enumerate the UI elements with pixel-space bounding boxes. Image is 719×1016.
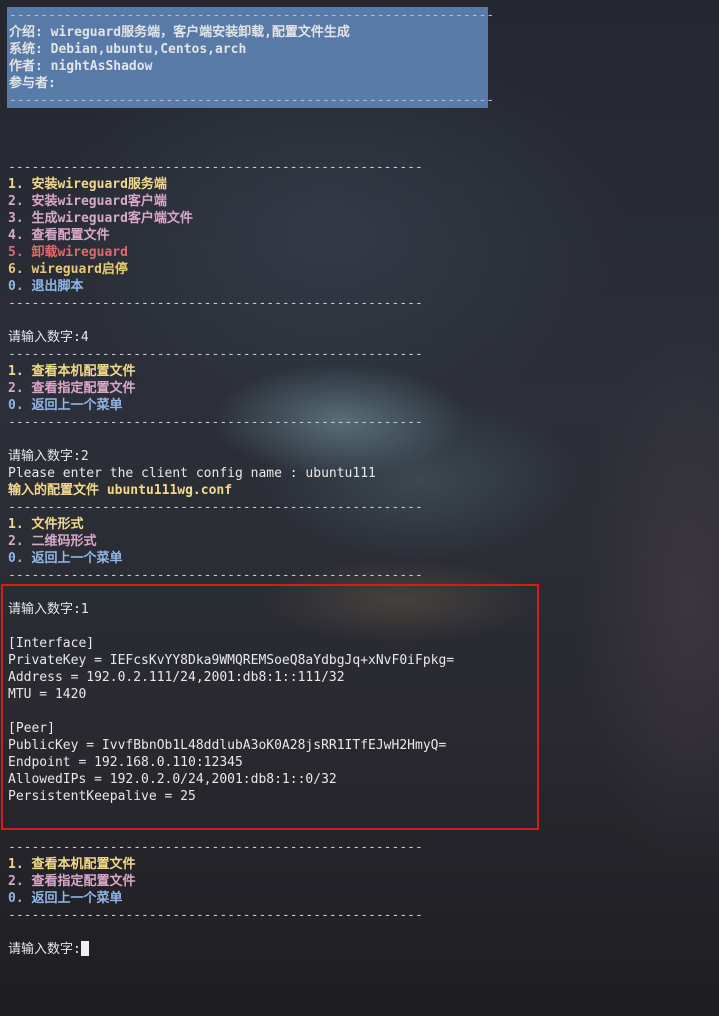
menu-item-generate-client-file: 3. 生成wireguard客户端文件 bbox=[8, 211, 193, 226]
header-author: 作者: nightAsShadow bbox=[9, 59, 153, 74]
menu-rule: ----------------------------------------… bbox=[8, 296, 423, 311]
menu-item-view-local-config: 1. 查看本机配置文件 bbox=[8, 364, 136, 379]
menu-item-install-client: 2. 安装wireguard客户端 bbox=[8, 194, 167, 209]
config-interface-header: [Interface] bbox=[8, 636, 95, 651]
menu-rule: ----------------------------------------… bbox=[8, 160, 423, 175]
config-address: Address = 192.0.2.111/24,2001:db8:1::111… bbox=[8, 670, 345, 685]
config-mtu: MTU = 1420 bbox=[8, 687, 87, 702]
menu-rule: ----------------------------------------… bbox=[8, 840, 423, 855]
header-rule-bottom: ----------------------------------------… bbox=[9, 93, 495, 108]
text-cursor bbox=[80, 941, 89, 956]
menu-item-view-specified-config: 2. 查看指定配置文件 bbox=[8, 874, 136, 889]
menu-rule: ----------------------------------------… bbox=[8, 347, 423, 362]
menu-rule: ----------------------------------------… bbox=[8, 568, 423, 583]
menu-item-start-stop: 6. wireguard启停 bbox=[8, 262, 128, 277]
config-allowed-ips: AllowedIPs = 192.0.2.0/24,2001:db8:1::0/… bbox=[8, 772, 337, 787]
menu-item-back: 0. 返回上一个菜单 bbox=[8, 891, 123, 906]
menu-item-back: 0. 返回上一个菜单 bbox=[8, 551, 123, 566]
menu-rule: ----------------------------------------… bbox=[8, 415, 423, 430]
menu-item-view-config: 4. 查看配置文件 bbox=[8, 228, 110, 243]
menu-item-file-format: 1. 文件形式 bbox=[8, 517, 84, 532]
menu-rule: ----------------------------------------… bbox=[8, 500, 423, 515]
menu-item-exit: 0. 退出脚本 bbox=[8, 279, 84, 294]
script-info-banner: ----------------------------------------… bbox=[7, 7, 494, 108]
menu-item-qrcode-format: 2. 二维码形式 bbox=[8, 534, 97, 549]
config-private-key: PrivateKey = IEFcsKvYY8Dka9WMQREMSoeQ8aY… bbox=[8, 653, 455, 668]
config-endpoint: Endpoint = 192.168.0.110:12345 bbox=[8, 755, 243, 770]
menu-item-install-server: 1. 安装wireguard服务端 bbox=[8, 177, 167, 192]
menu-item-back: 0. 返回上一个菜单 bbox=[8, 398, 123, 413]
header-rule-top: ----------------------------------------… bbox=[9, 8, 495, 23]
menu-rule: ----------------------------------------… bbox=[8, 908, 423, 923]
input-file-line: 输入的配置文件 ubuntu111wg.conf bbox=[8, 483, 233, 498]
menu-item-view-specified-config: 2. 查看指定配置文件 bbox=[8, 381, 136, 396]
prompt-line: 请输入数字:4 bbox=[8, 330, 89, 345]
menu-item-uninstall: 5. 卸载wireguard bbox=[8, 245, 128, 260]
header-intro: 介绍: wireguard服务端，客户端安装卸载,配置文件生成 bbox=[9, 25, 350, 40]
terminal-input-line[interactable]: 请输入数字: bbox=[8, 941, 89, 958]
config-keepalive: PersistentKeepalive = 25 bbox=[8, 789, 196, 804]
client-name-prompt: Please enter the client config name : ub… bbox=[8, 466, 376, 481]
prompt-line: 请输入数字:1 bbox=[8, 602, 89, 617]
menu-item-view-local-config: 1. 查看本机配置文件 bbox=[8, 857, 136, 872]
prompt-line: 请输入数字:2 bbox=[8, 449, 89, 464]
header-contributors: 参与者: bbox=[9, 76, 56, 91]
header-systems: 系统: Debian,ubuntu,Centos,arch bbox=[9, 42, 247, 57]
config-peer-header: [Peer] bbox=[8, 721, 55, 736]
prompt-text: 请输入数字: bbox=[8, 942, 81, 957]
config-public-key: PublicKey = IvvfBbnOb1L48ddlubA3oK0A28js… bbox=[8, 738, 447, 753]
